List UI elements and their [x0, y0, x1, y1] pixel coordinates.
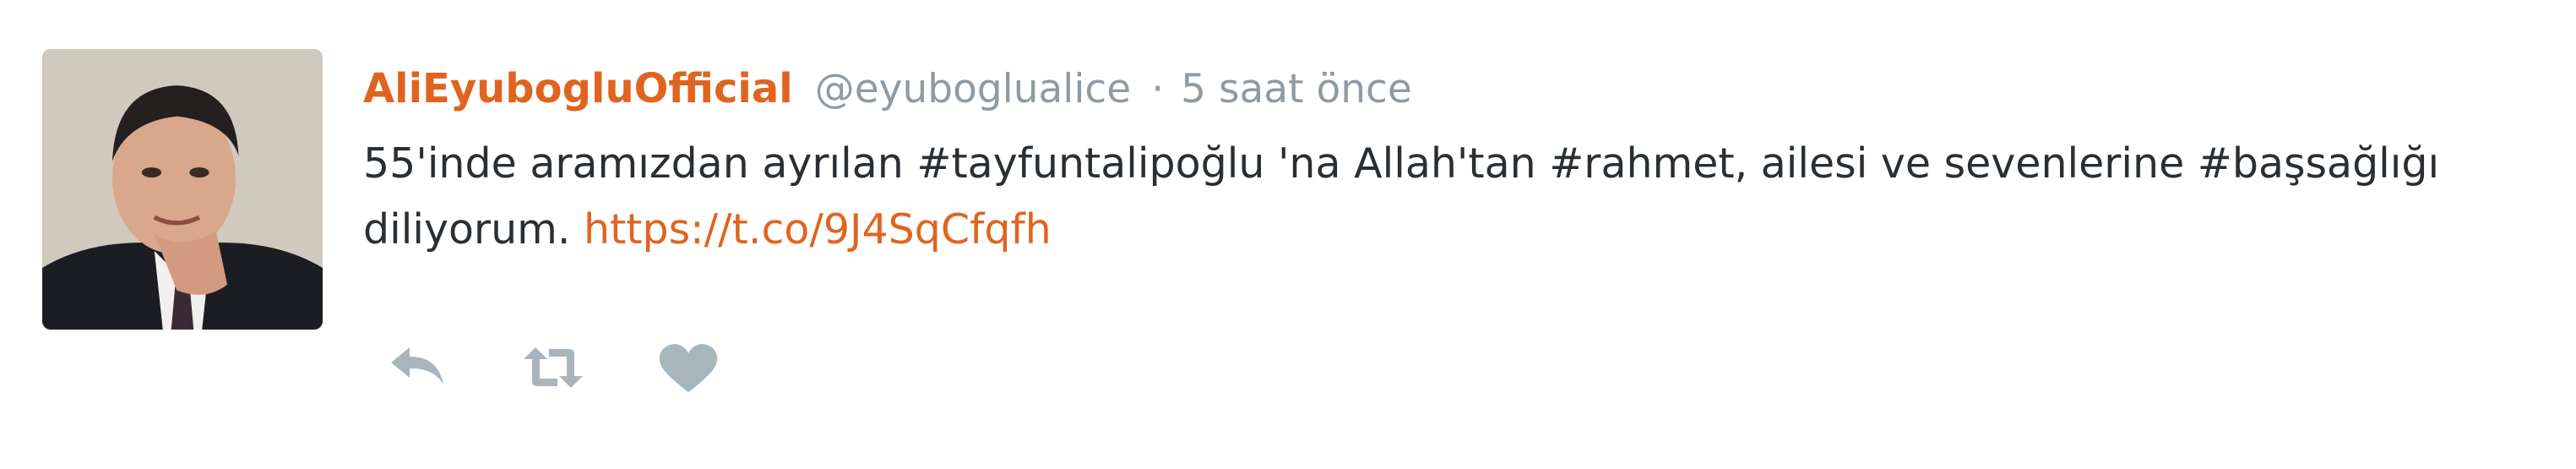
- retweet-button[interactable]: [519, 338, 587, 397]
- like-icon: [659, 344, 718, 392]
- tweet: AliEyubogluOfficial @eyuboglualice · 5 s…: [0, 0, 2576, 469]
- reply-icon: [391, 347, 443, 384]
- avatar[interactable]: [42, 49, 323, 330]
- tweet-timestamp[interactable]: 5 saat önce: [1181, 60, 1412, 119]
- retweet-icon: [524, 347, 583, 388]
- tweet-actions: [384, 338, 790, 397]
- avatar-photo: [42, 49, 323, 330]
- display-name-link[interactable]: AliEyubogluOfficial: [363, 59, 793, 118]
- like-button[interactable]: [655, 338, 722, 397]
- tweet-url-link[interactable]: https://t.co/9J4SqCfqfh: [584, 205, 1052, 254]
- tweet-header: AliEyubogluOfficial @eyuboglualice · 5 s…: [363, 59, 2525, 119]
- user-handle[interactable]: @eyuboglualice: [815, 60, 1131, 119]
- reply-button[interactable]: [384, 338, 452, 397]
- tweet-text: 55'inde aramızdan ayrılan #tayfuntalipoğ…: [363, 131, 2458, 263]
- tweet-content: AliEyubogluOfficial @eyuboglualice · 5 s…: [363, 59, 2525, 263]
- header-separator: ·: [1151, 66, 1165, 112]
